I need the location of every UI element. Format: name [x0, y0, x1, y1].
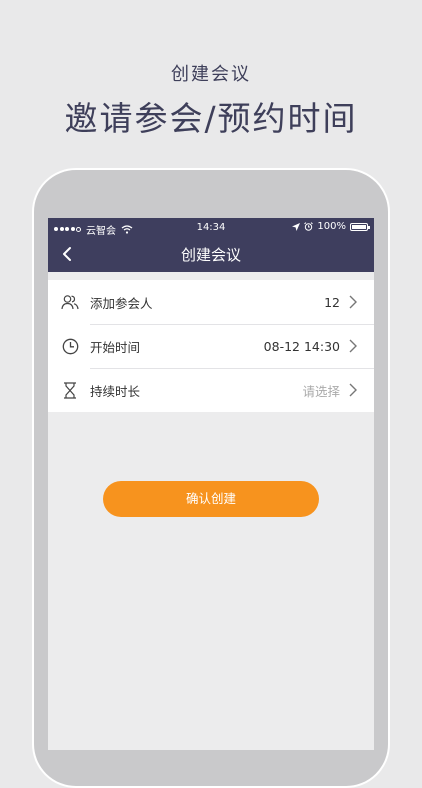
- promo-title: 邀请参会/预约时间: [64, 99, 358, 138]
- hourglass-icon: [60, 380, 80, 400]
- row-start-time[interactable]: 开始时间 08-12 14:30: [48, 324, 374, 368]
- chevron-right-icon: [349, 339, 357, 353]
- location-arrow-icon: [292, 222, 301, 231]
- participants-icon: [60, 292, 80, 312]
- row-label: 添加参会人: [90, 295, 153, 311]
- battery-icon: [350, 222, 370, 231]
- chevron-right-icon: [349, 383, 357, 397]
- duration-placeholder: 请选择: [302, 383, 340, 399]
- status-right: 100%: [292, 221, 370, 232]
- clock-icon: [60, 336, 80, 356]
- promo-subtitle: 创建会议: [171, 64, 251, 85]
- nav-title: 创建会议: [180, 246, 241, 264]
- status-bar: 云智会 14:34 100%: [48, 218, 374, 238]
- app-screen: 云智会 14:34 100% 创建会议 添加参会人 12 开始时间 08-12 …: [48, 218, 374, 750]
- participant-count: 12: [324, 294, 340, 310]
- confirm-create-button[interactable]: 确认创建: [103, 481, 319, 517]
- chevron-right-icon: [349, 295, 357, 309]
- battery-percentage: 100%: [317, 221, 346, 232]
- row-label: 开始时间: [90, 339, 141, 355]
- start-time-value: 08-12 14:30: [263, 338, 340, 354]
- navigation-bar: 云智会 14:34 100% 创建会议: [48, 218, 374, 272]
- row-duration[interactable]: 持续时长 请选择: [48, 368, 374, 412]
- row-label: 持续时长: [90, 383, 141, 399]
- meeting-settings-list: 添加参会人 12 开始时间 08-12 14:30 持续时长 请选择: [48, 280, 374, 412]
- alarm-clock-icon: [304, 222, 314, 231]
- row-add-participants[interactable]: 添加参会人 12: [48, 280, 374, 324]
